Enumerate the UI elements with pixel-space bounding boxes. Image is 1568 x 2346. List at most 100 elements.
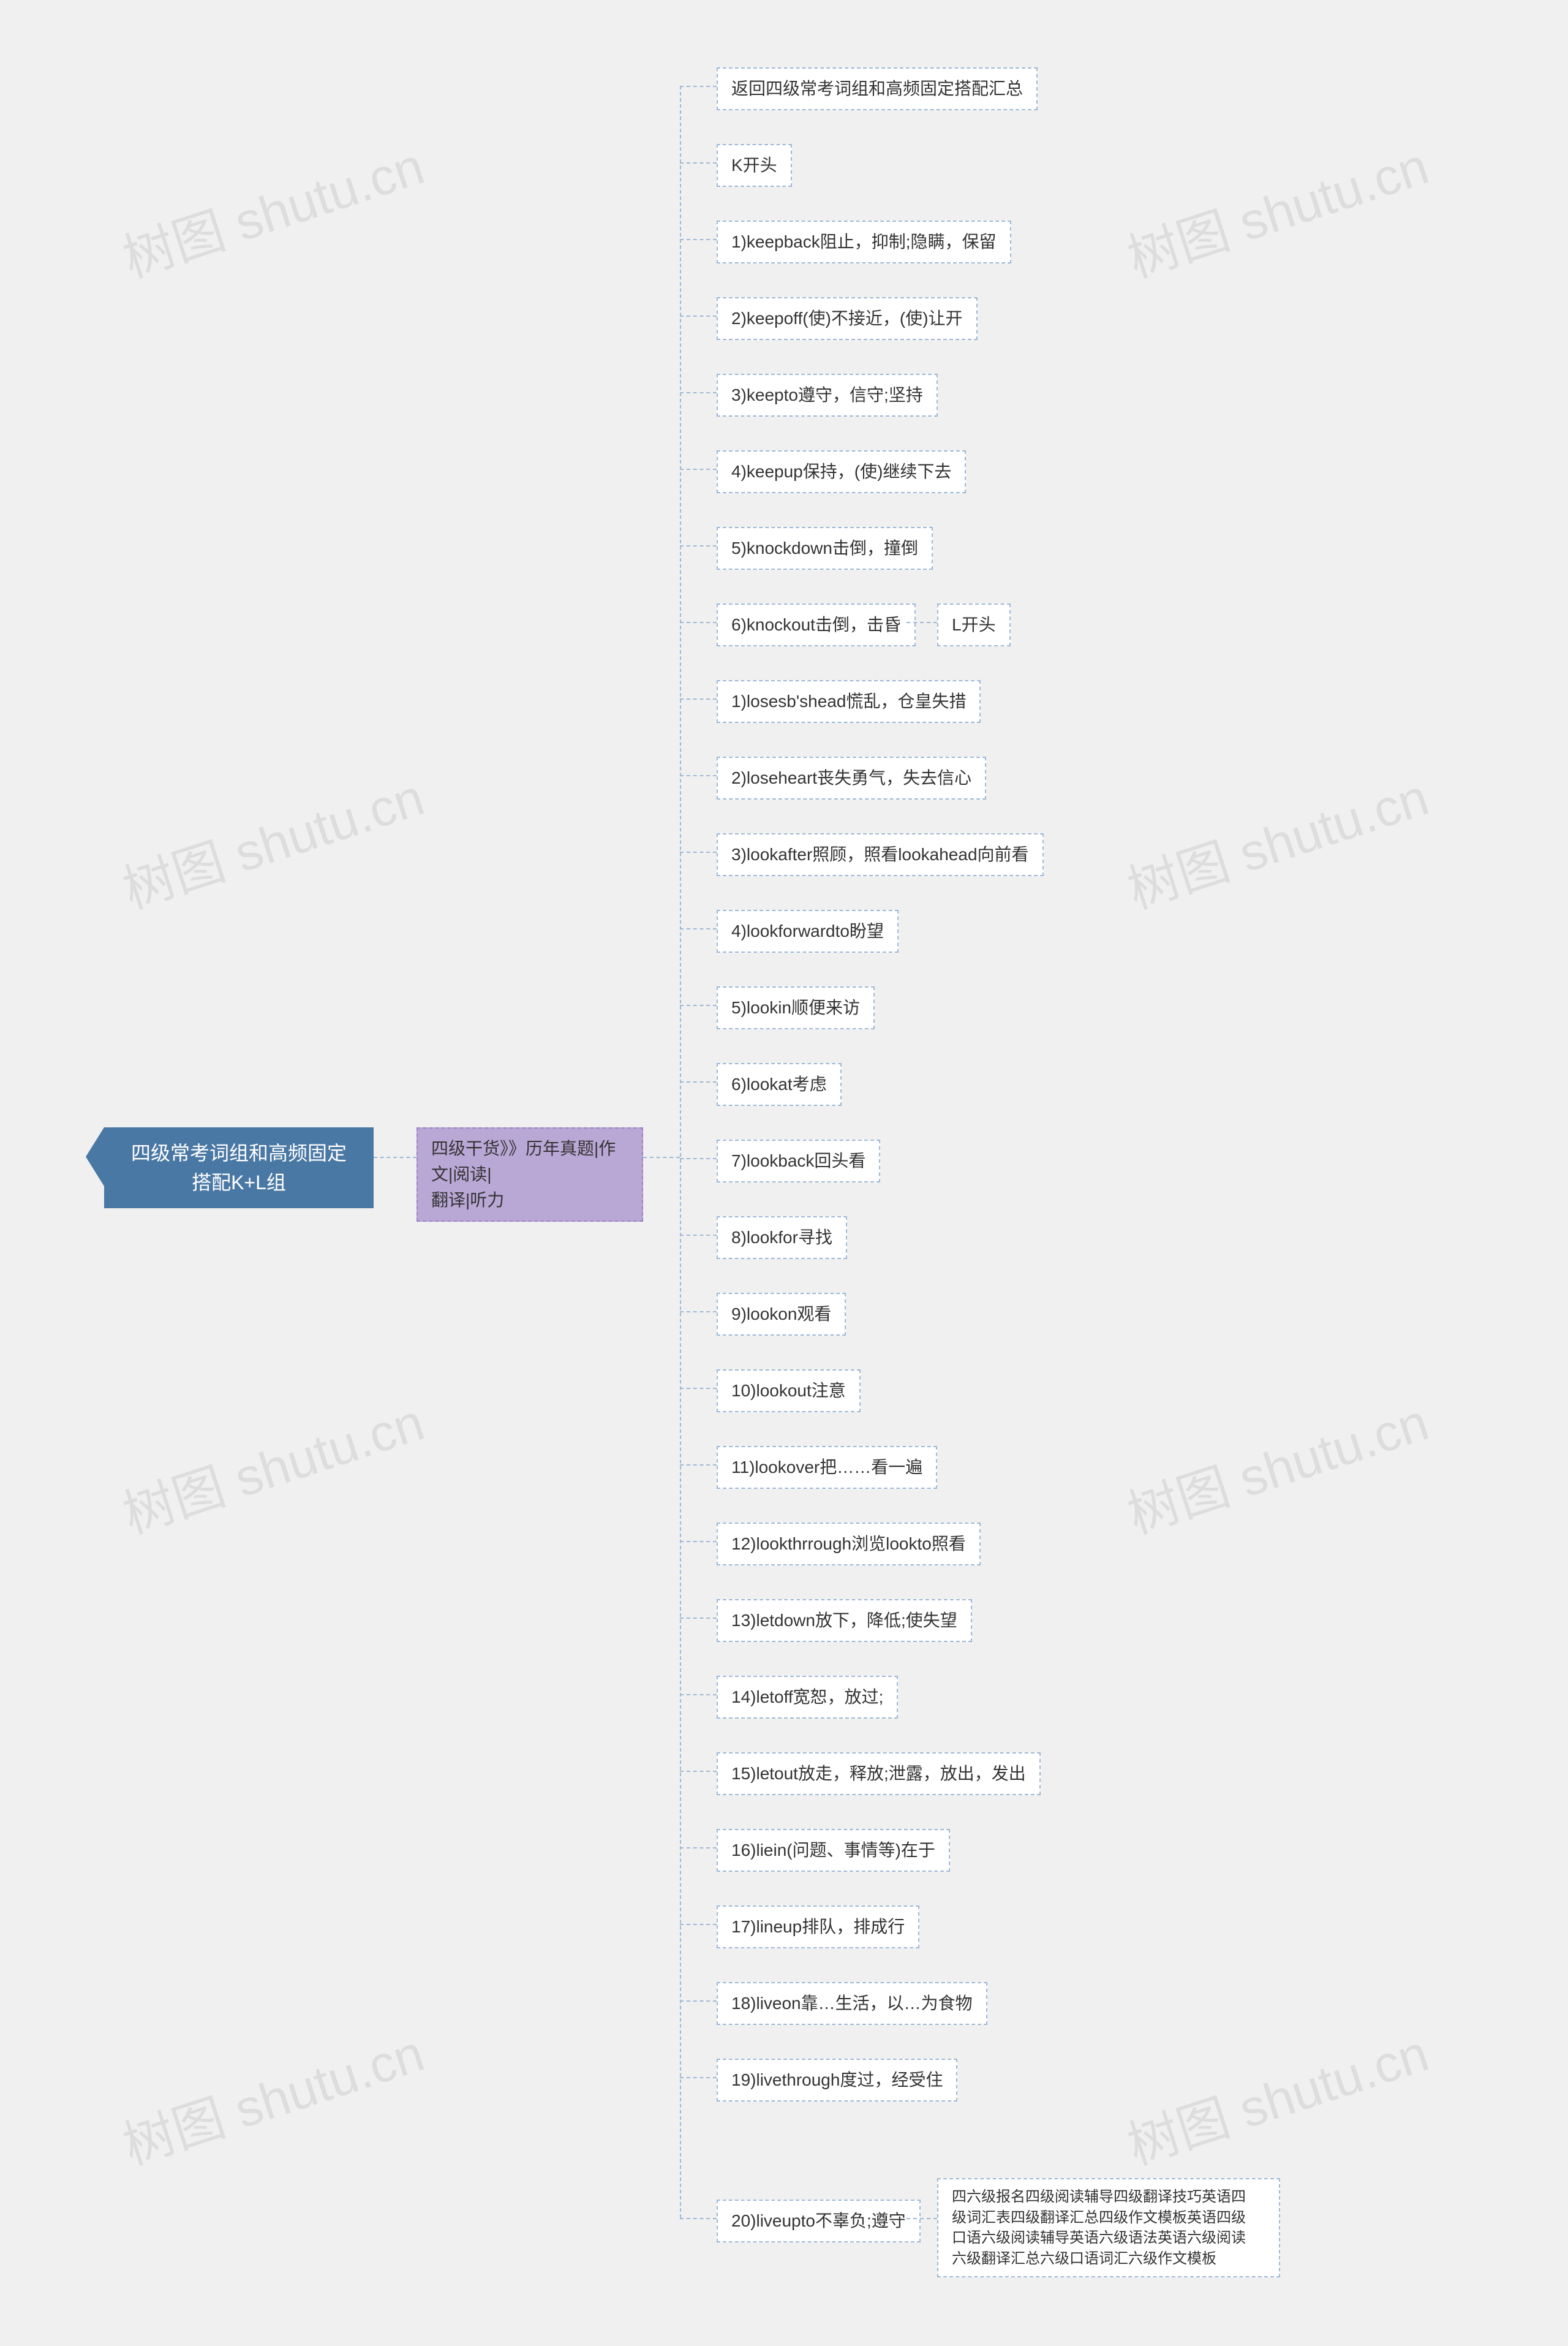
root-node[interactable]: 四级常考词组和高频固定 搭配K+L组 xyxy=(104,1127,374,1208)
leaf-9[interactable]: 2)loseheart丧失勇气，失去信心 xyxy=(717,757,986,800)
leaf-label: 8)lookfor寻找 xyxy=(731,1228,832,1247)
leaf-label: K开头 xyxy=(731,156,777,175)
leaf-side-label: L开头 xyxy=(952,615,996,634)
leaf-6[interactable]: 5)knockdown击倒，撞倒 xyxy=(717,527,933,570)
watermark: 树图 shutu.cn xyxy=(1117,756,1436,923)
footnote-line1: 四六级报名四级阅读辅导四级翻译技巧英语四 xyxy=(952,2189,1246,2205)
leaf-8[interactable]: 1)losesb'shead慌乱，仓皇失措 xyxy=(717,680,981,723)
leaf-11[interactable]: 4)lookforwardto盼望 xyxy=(717,910,899,953)
connector xyxy=(680,545,717,547)
connector xyxy=(680,469,717,470)
watermark: 树图 shutu.cn xyxy=(1117,1381,1436,1548)
watermark: 树图 shutu.cn xyxy=(113,2012,432,2179)
connector xyxy=(680,1847,717,1848)
leaf-label: 5)lookin顺便来访 xyxy=(731,998,860,1017)
connector xyxy=(680,622,717,623)
footnote-line2: 级词汇表四级翻译汇总四级作文模板英语四级 xyxy=(952,2209,1246,2226)
footnote-line4: 六级翻译汇总六级口语词汇六级作文模板 xyxy=(952,2250,1216,2267)
connector xyxy=(680,239,717,240)
connector xyxy=(680,775,717,776)
connector xyxy=(680,1005,717,1006)
leaf-label: 5)knockdown击倒，撞倒 xyxy=(731,539,918,558)
root-title-line2: 搭配K+L组 xyxy=(192,1171,286,1194)
connector xyxy=(907,2218,937,2219)
root-title-line1: 四级常考词组和高频固定 xyxy=(131,1142,347,1164)
leaf-label: 返回四级常考词组和高频固定搭配汇总 xyxy=(731,79,1023,98)
leaf-label: 20)liveupto不辜负;遵守 xyxy=(731,2211,906,2230)
connector xyxy=(680,162,717,164)
connector xyxy=(680,1235,717,1236)
leaf-23[interactable]: 16)liein(问题、事情等)在于 xyxy=(717,1829,950,1872)
leaf-label: 1)keepback阻止，抑制;隐瞒，保留 xyxy=(731,232,997,251)
connector xyxy=(680,928,717,929)
connector xyxy=(680,1618,717,1619)
leaf-label: 4)lookforwardto盼望 xyxy=(731,921,884,940)
connector xyxy=(680,1311,717,1312)
connector xyxy=(680,1771,717,1772)
connector xyxy=(680,316,717,317)
connector xyxy=(680,698,717,700)
leaf-21[interactable]: 14)letoff宽恕，放过; xyxy=(717,1676,898,1719)
leaf-4[interactable]: 3)keepto遵守，信守;坚持 xyxy=(717,374,938,417)
connector xyxy=(680,1924,717,1925)
leaf-label: 9)lookon观看 xyxy=(731,1304,831,1323)
watermark: 树图 shutu.cn xyxy=(113,125,432,292)
watermark: 树图 shutu.cn xyxy=(1117,2012,1436,2179)
leaf-label: 17)lineup排队，排成行 xyxy=(731,1917,905,1936)
connector xyxy=(907,622,937,623)
leaf-label: 6)lookat考虑 xyxy=(731,1075,827,1094)
footnote-node[interactable]: 四六级报名四级阅读辅导四级翻译技巧英语四 级词汇表四级翻译汇总四级作文模板英语四… xyxy=(937,2178,1280,2277)
leaf-3[interactable]: 2)keepoff(使)不接近，(使)让开 xyxy=(717,297,978,340)
connector xyxy=(680,1081,717,1083)
leaf-label: 10)lookout注意 xyxy=(731,1381,846,1400)
leaf-10[interactable]: 3)lookafter照顾，照看lookahead向前看 xyxy=(717,833,1044,876)
leaf-13[interactable]: 6)lookat考虑 xyxy=(717,1063,842,1106)
connector xyxy=(680,1541,717,1542)
leaf-label: 16)liein(问题、事情等)在于 xyxy=(731,1841,935,1860)
leaf-14[interactable]: 7)lookback回头看 xyxy=(717,1140,880,1182)
leaf-label: 7)lookback回头看 xyxy=(731,1151,865,1170)
connector xyxy=(680,1464,717,1466)
sub-label-line2: 翻译|听力 xyxy=(431,1190,504,1209)
leaf-label: 19)livethrough度过，经受住 xyxy=(731,2070,943,2089)
leaf-25[interactable]: 18)liveon靠…生活，以…为食物 xyxy=(717,1982,987,2025)
leaf-7[interactable]: 6)knockout击倒，击昏 xyxy=(717,604,916,646)
leaf-label: 14)letoff宽恕，放过; xyxy=(731,1687,883,1706)
sub-node[interactable]: 四级干货》》历年真题|作文|阅读| 翻译|听力 xyxy=(417,1127,643,1222)
leaf-16[interactable]: 9)lookon观看 xyxy=(717,1293,846,1336)
watermark: 树图 shutu.cn xyxy=(1117,125,1436,292)
leaf-label: 4)keepup保持，(使)继续下去 xyxy=(731,462,951,481)
connector xyxy=(680,86,717,87)
leaf-20[interactable]: 13)letdown放下，降低;使失望 xyxy=(717,1599,972,1642)
leaf-15[interactable]: 8)lookfor寻找 xyxy=(717,1216,847,1259)
leaf-0[interactable]: 返回四级常考词组和高频固定搭配汇总 xyxy=(717,67,1038,110)
leaf-label: 2)loseheart丧失勇气，失去信心 xyxy=(731,768,971,787)
leaf-19[interactable]: 12)lookthrrough浏览lookto照看 xyxy=(717,1523,981,1565)
connector xyxy=(680,852,717,853)
leaf-label: 13)letdown放下，降低;使失望 xyxy=(731,1611,957,1630)
leaf-5[interactable]: 4)keepup保持，(使)继续下去 xyxy=(717,450,966,493)
leaf-27[interactable]: 20)liveupto不辜负;遵守 xyxy=(717,2200,921,2242)
leaf-17[interactable]: 10)lookout注意 xyxy=(717,1369,861,1412)
leaf-1[interactable]: K开头 xyxy=(717,144,792,187)
leaf-24[interactable]: 17)lineup排队，排成行 xyxy=(717,1905,919,1948)
connector xyxy=(643,1157,680,1158)
connector xyxy=(680,1388,717,1389)
leaf-2[interactable]: 1)keepback阻止，抑制;隐瞒，保留 xyxy=(717,221,1011,263)
leaf-26[interactable]: 19)livethrough度过，经受住 xyxy=(717,2059,957,2102)
leaf-label: 3)lookafter照顾，照看lookahead向前看 xyxy=(731,845,1029,864)
leaf-label: 18)liveon靠…生活，以…为食物 xyxy=(731,1994,973,2013)
mindmap-canvas: { "watermark_text": "树图 shutu.cn", "root… xyxy=(0,0,1568,2346)
footnote-line3: 口语六级阅读辅导英语六级语法英语六级阅读 xyxy=(952,2230,1246,2246)
connector xyxy=(680,392,717,393)
leaf-18[interactable]: 11)lookover把……看一遍 xyxy=(717,1446,937,1489)
leaf-12[interactable]: 5)lookin顺便来访 xyxy=(717,986,875,1029)
connector xyxy=(680,1158,717,1159)
connector xyxy=(374,1157,417,1158)
connector-trunk xyxy=(680,86,681,2218)
leaf-22[interactable]: 15)letout放走，释放;泄露，放出，发出 xyxy=(717,1752,1041,1795)
leaf-label: 1)losesb'shead慌乱，仓皇失措 xyxy=(731,692,966,711)
connector xyxy=(680,2000,717,2002)
connector xyxy=(680,1694,717,1695)
leaf-7-child[interactable]: L开头 xyxy=(937,604,1011,646)
